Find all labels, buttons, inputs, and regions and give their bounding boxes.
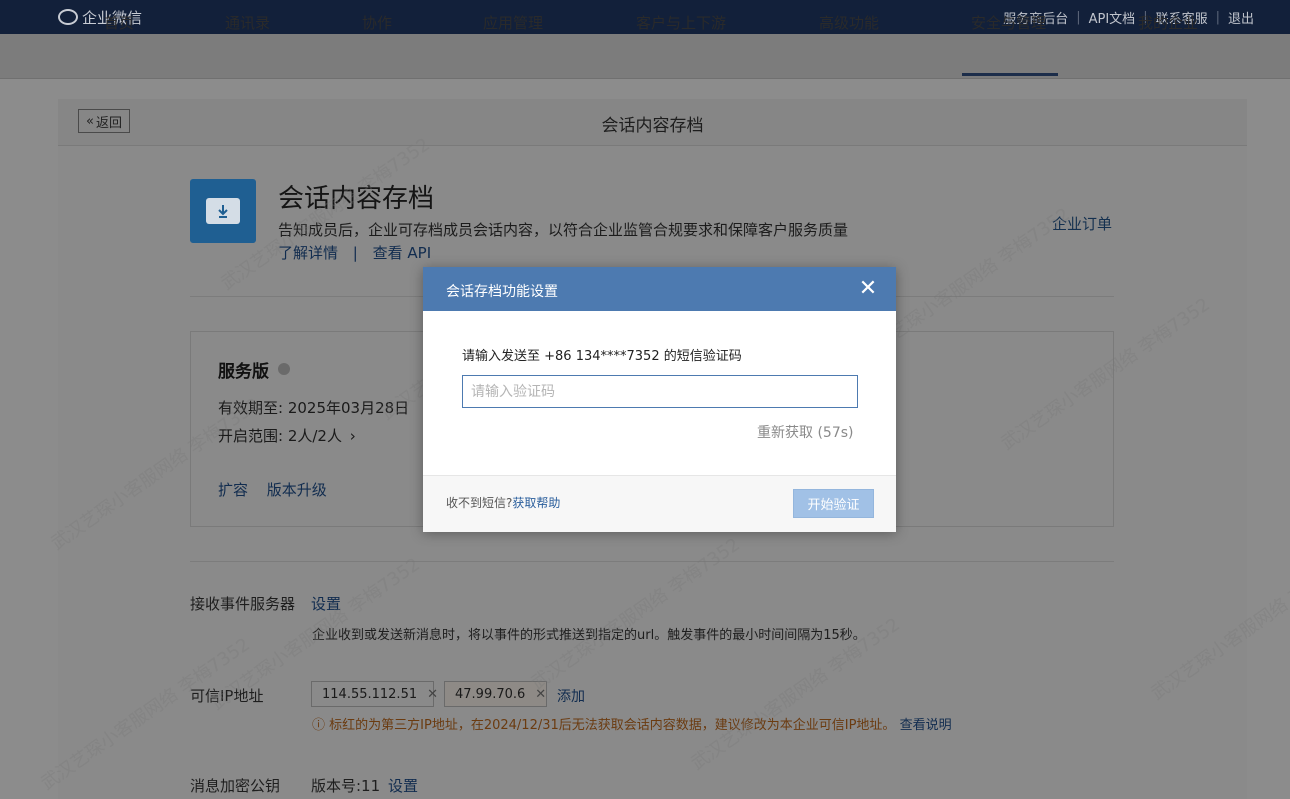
wechat-work-logo-icon <box>58 9 78 25</box>
tab-contacts[interactable]: 通讯录 <box>225 12 270 33</box>
ip-value: 114.55.112.51 <box>322 686 418 702</box>
tab-security[interactable]: 安全与管理 <box>971 12 1046 33</box>
close-icon[interactable]: ✕ <box>858 278 878 300</box>
no-sms-text: 收不到短信?获取帮助 <box>446 496 561 510</box>
main-nav <box>0 34 1290 79</box>
view-explanation-link[interactable]: 查看说明 <box>900 718 952 733</box>
pubkey-version: 版本号:11 <box>311 777 381 795</box>
link-separator: | <box>352 244 358 262</box>
upgrade-link[interactable]: 版本升级 <box>267 481 327 499</box>
start-verify-button[interactable]: 开始验证 <box>793 489 874 518</box>
view-api-link[interactable]: 查看 API <box>373 244 432 262</box>
active-tab-indicator <box>962 73 1058 76</box>
ip-value: 47.99.70.6 <box>455 686 526 702</box>
download-icon <box>206 198 240 224</box>
divider <box>190 561 1114 562</box>
tab-my-company[interactable]: 我的企业 <box>1138 12 1198 33</box>
add-ip-link[interactable]: 添加 <box>557 686 585 706</box>
expand-link[interactable]: 扩容 <box>218 481 248 499</box>
tab-advanced[interactable]: 高级功能 <box>819 12 879 33</box>
get-help-link[interactable]: 获取帮助 <box>512 496 560 510</box>
modal-title: 会话存档功能设置 <box>446 284 558 300</box>
ip-tag: 114.55.112.51 ✕ <box>311 681 438 707</box>
resend-countdown[interactable]: 重新获取 (57s) <box>757 422 853 442</box>
pubkey-set-link[interactable]: 设置 <box>388 775 418 796</box>
page-title: 会话内容存档 <box>601 116 704 136</box>
remove-ip-icon[interactable]: ✕ <box>427 687 438 702</box>
app-description: 告知成员后，企业可存档成员会话内容，以符合企业监管合规要求和保障客户服务质量 <box>278 221 849 239</box>
tab-home[interactable]: 首页 <box>104 12 134 33</box>
sms-prompt: 请输入发送至 +86 134****7352 的短信验证码 <box>462 349 742 364</box>
api-docs-link[interactable]: API文档 <box>1089 8 1136 27</box>
service-edition-title: 服务版 <box>218 362 269 382</box>
info-icon[interactable] <box>278 363 290 375</box>
warning-icon: ⓘ <box>312 718 326 733</box>
logout-link[interactable]: 退出 <box>1228 8 1254 27</box>
verification-code-input[interactable] <box>462 375 858 408</box>
ip-tag-third-party: 47.99.70.6 ✕ <box>444 681 547 707</box>
tab-app-management[interactable]: 应用管理 <box>483 12 543 33</box>
service-links: 扩容 版本升级 <box>218 479 327 500</box>
chevron-right-icon: › <box>349 427 356 445</box>
tab-customers[interactable]: 客户与上下游 <box>636 12 726 33</box>
ip-warning: ⓘ 标红的为第三方IP地址，在2024/12/31后无法获取会话内容数据，建议修… <box>312 718 952 733</box>
event-server-label: 接收事件服务器 <box>190 595 296 613</box>
tab-collaboration[interactable]: 协作 <box>362 12 392 33</box>
pubkey-label: 消息加密公钥 <box>190 777 281 795</box>
